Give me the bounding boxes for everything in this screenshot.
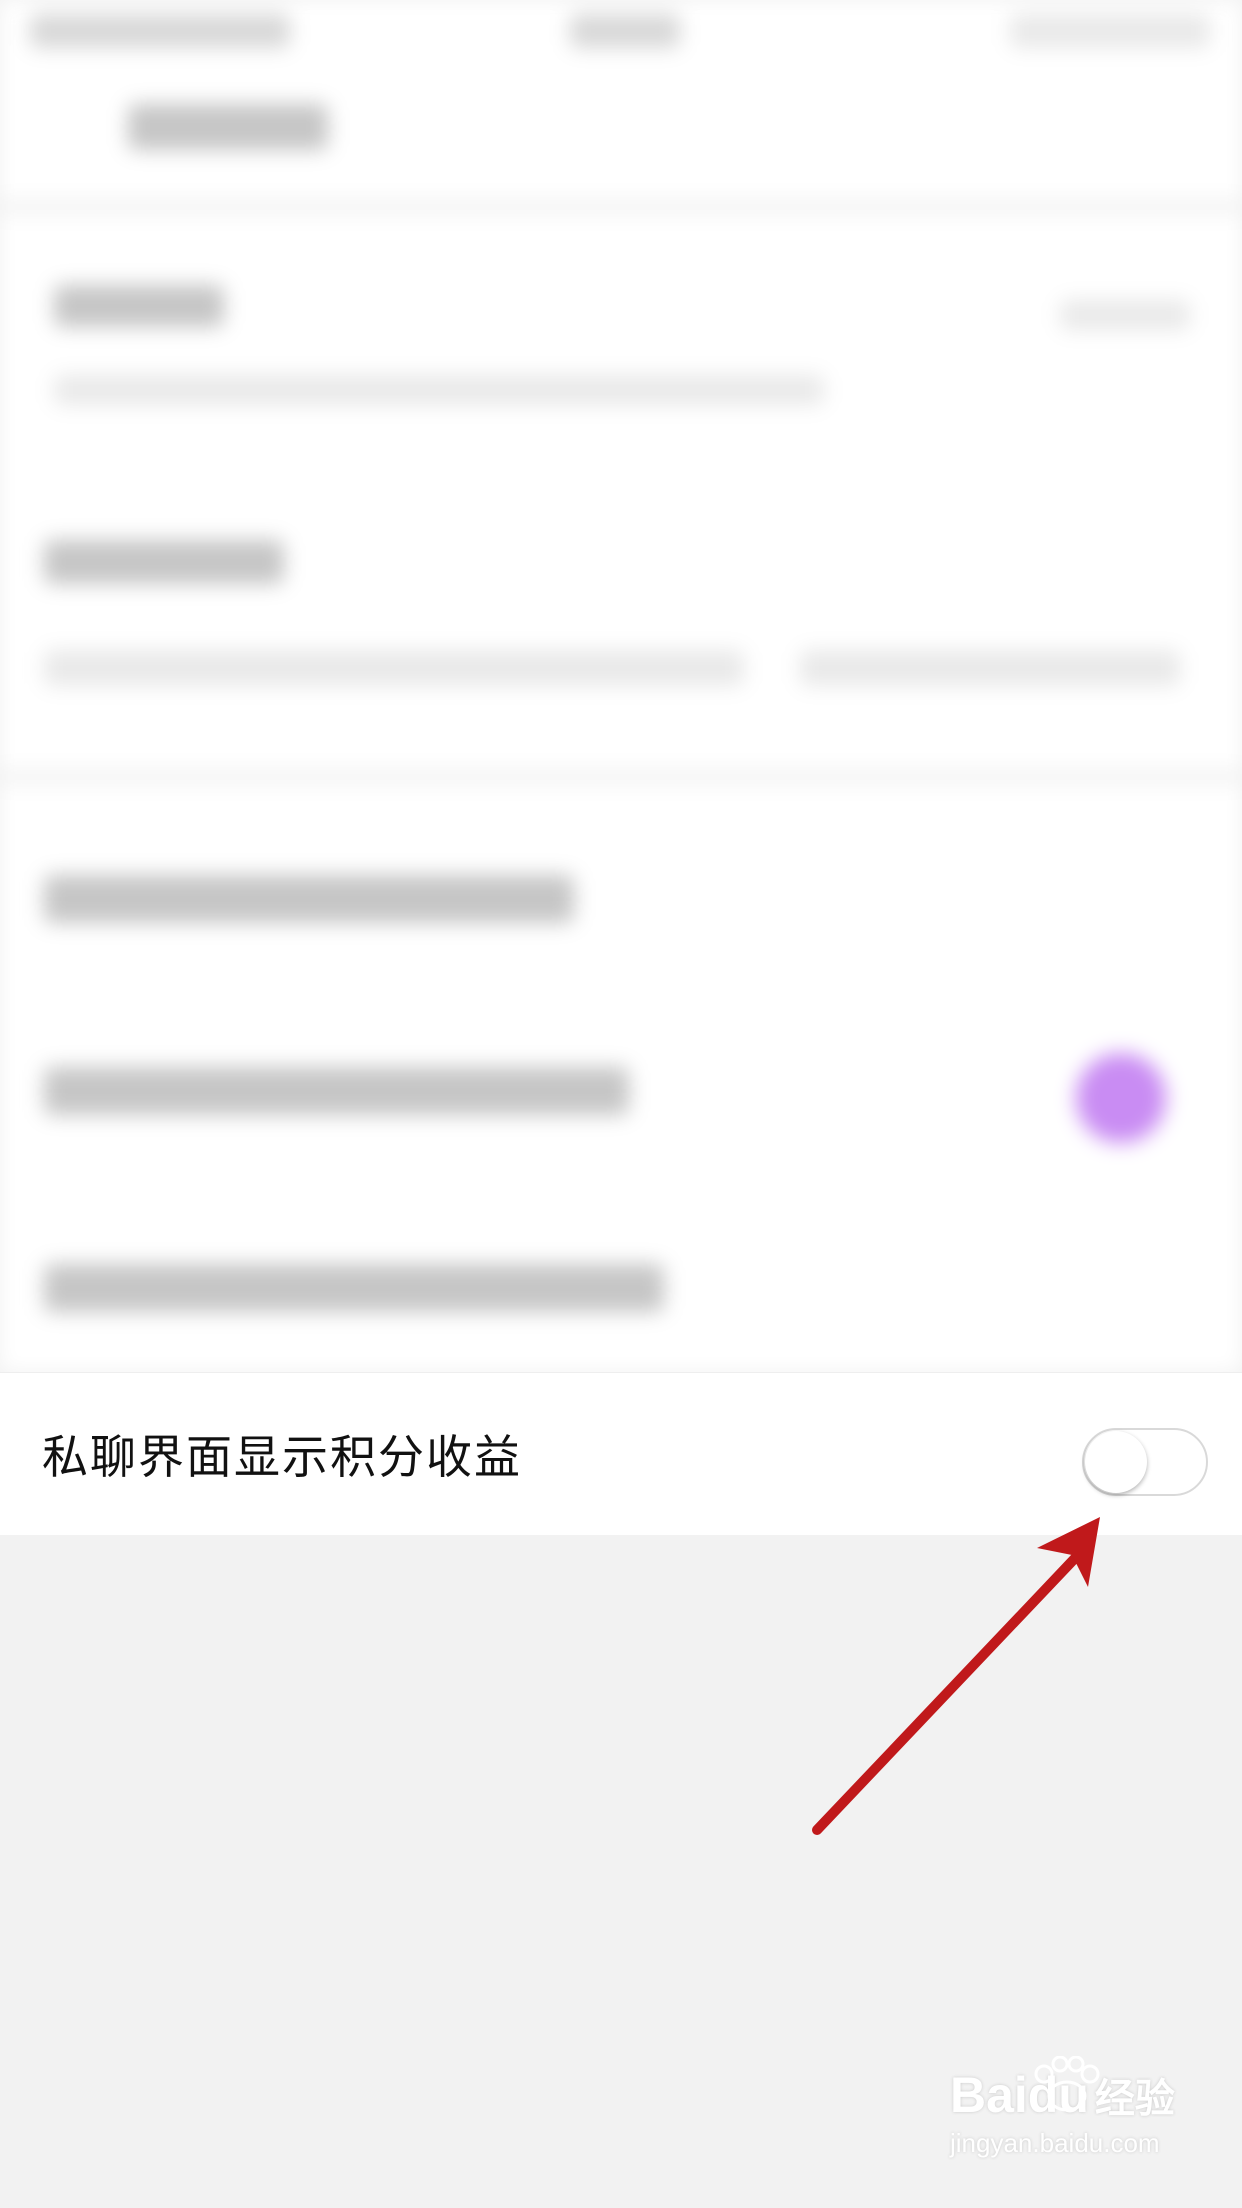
show-points-earnings-toggle[interactable] (1082, 1428, 1208, 1496)
header-divider (0, 200, 1242, 214)
setting-description-placeholder (800, 650, 1180, 686)
section-divider (0, 770, 1242, 784)
setting-label: 私聊界面显示积分收益 (42, 1430, 522, 1484)
page-title-placeholder (128, 104, 328, 150)
toggle-on-placeholder (1076, 1053, 1166, 1143)
setting-row-placeholder (44, 875, 574, 923)
watermark-logo-cn: 经验 (1094, 2077, 1175, 2121)
setting-row-placeholder (44, 1264, 664, 1312)
watermark: Baidu 经验 jingyan.baidu.com (950, 2056, 1175, 2159)
setting-value-placeholder (1060, 300, 1190, 330)
arrow-shaft (812, 1550, 1083, 1835)
paw-icon (1034, 2056, 1100, 2112)
setting-description-placeholder (44, 650, 744, 686)
setting-description-placeholder (54, 375, 824, 405)
blurred-settings-area (0, 0, 1242, 1372)
status-bar-time-placeholder (570, 14, 680, 48)
status-bar-battery-placeholder (1010, 14, 1210, 48)
status-bar-carrier-placeholder (30, 14, 290, 48)
setting-row-show-points-earnings: 私聊界面显示积分收益 (0, 1372, 1242, 1535)
toggle-knob (1085, 1431, 1147, 1493)
setting-title-placeholder (44, 540, 284, 584)
watermark-url: jingyan.baidu.com (950, 2128, 1160, 2158)
setting-title-placeholder (54, 285, 224, 327)
setting-row-placeholder (44, 1067, 629, 1115)
